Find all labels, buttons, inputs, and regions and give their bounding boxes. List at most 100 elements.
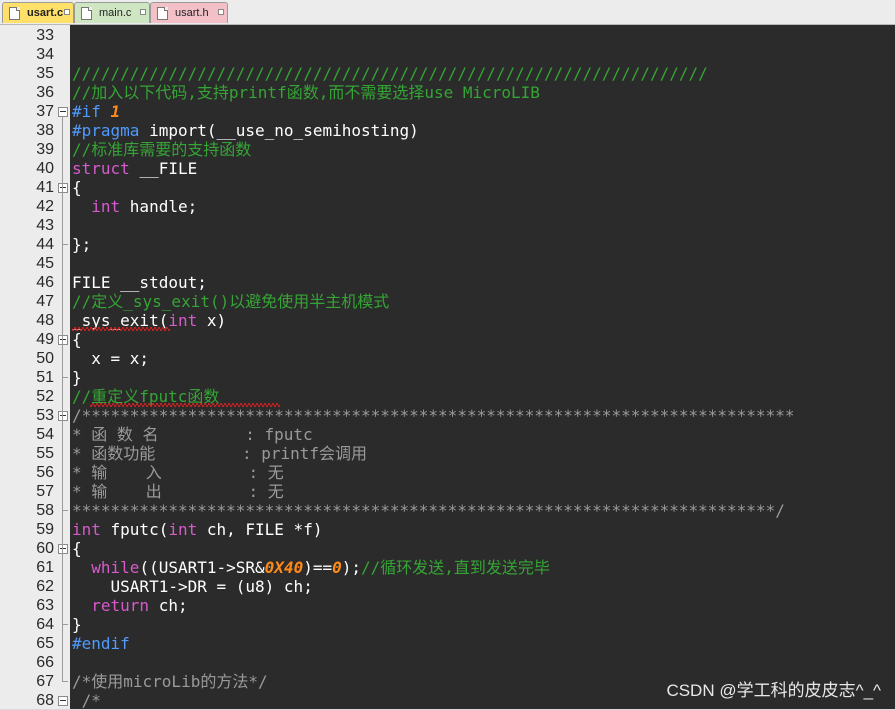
code-token: }; xyxy=(72,235,92,254)
code-line: }; xyxy=(72,235,91,254)
code-token: 0X40 xyxy=(264,558,304,577)
code-token: * 函 数 名 : fputc xyxy=(72,425,313,444)
code-token: while xyxy=(91,558,140,577)
code-line: /***************************************… xyxy=(72,406,794,425)
code-line: int fputc(int ch, FILE *f) xyxy=(72,520,322,539)
fold-guide xyxy=(62,344,63,378)
code-token: ****************************************… xyxy=(72,501,785,520)
code-token: //标准库需要的支持函数 xyxy=(72,140,252,159)
code-token: ch, FILE *f) xyxy=(206,520,323,539)
code-token: } xyxy=(72,615,82,634)
code-token: )== xyxy=(303,558,333,577)
code-line: while((USART1->SR&0X40)==0);//循环发送,直到发送完… xyxy=(72,558,550,577)
code-token: /***************************************… xyxy=(72,406,795,425)
code-line: return ch; xyxy=(72,596,188,615)
fold-toggle-icon[interactable] xyxy=(58,544,68,554)
fold-guide-end xyxy=(62,244,68,245)
code-token: struct xyxy=(72,159,140,178)
code-token: __FILE xyxy=(139,159,198,178)
code-line: #pragma import(__use_no_semihosting) xyxy=(72,121,419,140)
line-number: 49 xyxy=(36,331,54,348)
fold-toggle-icon[interactable] xyxy=(58,411,68,421)
close-icon[interactable] xyxy=(140,9,146,15)
line-number: 55 xyxy=(36,445,54,462)
code-line: /*使用microLib的方法*/ xyxy=(72,672,268,691)
tab-label: usart.h xyxy=(175,7,209,19)
line-number: 41 xyxy=(36,179,54,196)
line-number: 56 xyxy=(36,464,54,481)
code-token: int xyxy=(168,311,207,330)
fold-toggle-icon[interactable] xyxy=(58,335,68,345)
code-token: ////////////////////////////////////////… xyxy=(72,64,708,83)
code-token: int xyxy=(91,197,130,216)
line-number: 68 xyxy=(36,692,54,709)
fold-guide xyxy=(62,553,63,625)
code-line: * 输 出 : 无 xyxy=(72,482,284,501)
line-number: 43 xyxy=(36,217,54,234)
code-line: ////////////////////////////////////////… xyxy=(72,64,708,83)
code-editor[interactable]: ////////////////////////////////////////… xyxy=(70,25,895,709)
tab-label: main.c xyxy=(99,7,132,19)
fold-toggle-icon[interactable] xyxy=(58,107,68,117)
line-number: 54 xyxy=(36,426,54,443)
tab-usart-h[interactable]: usart.h xyxy=(150,2,228,23)
code-token: import(__use_no_semihosting) xyxy=(149,121,419,140)
fold-toggle-icon[interactable] xyxy=(58,696,68,706)
code-line: FILE __stdout; xyxy=(72,273,207,292)
code-line: ****************************************… xyxy=(72,501,785,520)
code-token: fputc( xyxy=(110,520,169,539)
code-token: //加入以下代码,支持printf函数,而不需要选择use MicroLIB xyxy=(72,83,540,102)
watermark: CSDN @学工科的皮皮志^_^ xyxy=(666,681,881,700)
code-token: USART1->DR = (u8) ch; xyxy=(72,577,313,596)
tab-usart-c[interactable]: usart.c xyxy=(2,2,74,23)
code-line: * 函数功能 : printf会调用 xyxy=(72,444,367,463)
code-line: } xyxy=(72,615,82,634)
line-number-gutter[interactable]: 33 34 35 36 37 38 39 40 41 42 43 44 45 46 47 48 49 50 51 52… xyxy=(0,25,71,709)
code-line: { xyxy=(72,330,82,349)
line-number: 35 xyxy=(36,65,54,82)
line-number: 48 xyxy=(36,312,54,329)
code-token: #endif xyxy=(72,634,130,653)
line-number: 44 xyxy=(36,236,54,253)
line-number: 51 xyxy=(36,369,54,386)
code-token: /* xyxy=(72,691,101,709)
code-token: { xyxy=(72,539,82,558)
line-number: 63 xyxy=(36,597,54,614)
code-line: /* xyxy=(72,691,101,709)
file-icon xyxy=(81,7,92,20)
code-line: //定义_sys_exit()以避免使用半主机模式 xyxy=(72,292,389,311)
line-number: 50 xyxy=(36,350,54,367)
code-token: } xyxy=(72,368,82,387)
code-line: #if 1 xyxy=(72,102,120,121)
code-line: x = x; xyxy=(72,349,149,368)
close-icon[interactable] xyxy=(64,9,70,15)
file-icon xyxy=(157,7,168,20)
line-number: 58 xyxy=(36,502,54,519)
line-number: 46 xyxy=(36,274,54,291)
line-number: 67 xyxy=(36,673,54,690)
code-line: { xyxy=(72,178,82,197)
code-token: FILE __stdout; xyxy=(72,273,207,292)
fold-guide-end xyxy=(62,510,68,511)
code-token: #pragma xyxy=(72,121,150,140)
code-token: return xyxy=(91,596,159,615)
close-icon[interactable] xyxy=(218,9,224,15)
fold-guide-end xyxy=(62,377,68,378)
code-token: ch; xyxy=(158,596,188,615)
tab-main-c[interactable]: main.c xyxy=(74,2,150,23)
line-number: 66 xyxy=(36,654,54,671)
code-token: { xyxy=(72,330,82,349)
code-token: 1 xyxy=(110,102,121,121)
code-line: USART1->DR = (u8) ch; xyxy=(72,577,313,596)
code-token: #if xyxy=(72,102,111,121)
code-token: x = x; xyxy=(72,349,150,368)
code-line: { xyxy=(72,539,82,558)
file-icon xyxy=(9,7,20,20)
fold-toggle-icon[interactable] xyxy=(58,183,68,193)
code-line: //标准库需要的支持函数 xyxy=(72,140,251,159)
fold-guide-end xyxy=(62,624,68,625)
code-token: //定义_sys_exit()以避免使用半主机模式 xyxy=(72,292,390,311)
code-token: 0 xyxy=(332,558,342,577)
